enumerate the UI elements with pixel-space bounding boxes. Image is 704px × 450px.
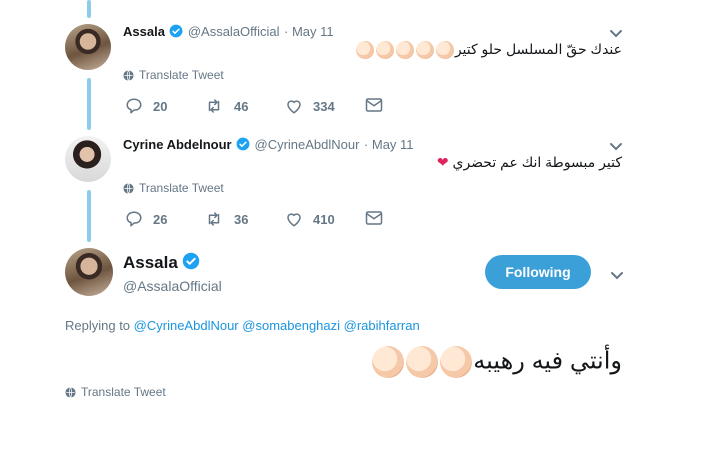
- like-count: 334: [313, 98, 335, 114]
- retweet-count: 46: [234, 98, 249, 114]
- clap-icon: [435, 41, 454, 60]
- like-button[interactable]: 334: [285, 97, 335, 115]
- tweet1-text: عندك حقّ المسلسل حلو كتير👏👏👏👏👏: [355, 41, 622, 60]
- author-name[interactable]: Cyrine Abdelnour: [123, 137, 232, 152]
- clap-icon: [372, 346, 405, 378]
- verified-badge-icon: [236, 137, 250, 156]
- reply-button[interactable]: 26: [125, 210, 167, 228]
- reply-icon: [126, 98, 142, 114]
- tweet-time[interactable]: · May 11: [284, 24, 334, 39]
- retweet-icon: [208, 99, 220, 113]
- heart-icon: [287, 100, 301, 114]
- clap-icon: [440, 346, 473, 378]
- translate-label[interactable]: Translate Tweet: [139, 68, 224, 82]
- mention-link[interactable]: @somabenghazi: [242, 318, 340, 333]
- clap-icon: [406, 346, 439, 378]
- like-count: 410: [313, 211, 335, 227]
- main-author-handle[interactable]: @AssalaOfficial: [123, 278, 222, 294]
- translate-tweet-link[interactable]: Translate Tweet: [123, 68, 224, 82]
- author-handle[interactable]: @AssalaOfficial: [188, 24, 280, 39]
- globe-icon: [123, 69, 134, 81]
- reply-count: 20: [153, 98, 168, 114]
- tweet1-header: Assala @AssalaOfficial · May 11: [123, 23, 334, 43]
- verified-badge-icon: [182, 252, 200, 275]
- heart-icon: [287, 213, 301, 227]
- direct-message-button[interactable]: [365, 97, 383, 113]
- following-button[interactable]: Following: [485, 255, 591, 289]
- mail-icon: [365, 98, 383, 112]
- reply-icon: [126, 211, 142, 227]
- thread-line-2: [87, 190, 91, 242]
- replying-prefix: Replying to: [65, 318, 131, 333]
- translate-tweet-link[interactable]: Translate Tweet: [65, 385, 166, 399]
- replying-to: Replying to @CyrineAbdlNour @somabenghaz…: [65, 318, 420, 333]
- chevron-down-icon[interactable]: [610, 268, 624, 286]
- avatar-cyrine[interactable]: [65, 136, 111, 182]
- globe-icon: [65, 386, 76, 398]
- clap-icon: [415, 41, 434, 60]
- clap-icon: [355, 41, 374, 60]
- tweet-time[interactable]: · May 11: [364, 137, 414, 152]
- red-heart-emoji: ❤: [436, 154, 449, 170]
- translate-label[interactable]: Translate Tweet: [81, 385, 166, 399]
- author-name[interactable]: Assala: [123, 253, 178, 272]
- tweet-text: عندك حقّ المسلسل حلو كتير: [454, 41, 622, 57]
- author-handle[interactable]: @CyrineAbdlNour: [255, 137, 360, 152]
- retweet-button[interactable]: 46: [204, 97, 248, 115]
- main-tweet-text: وأنتي فيه رهيبه👏👏👏: [371, 346, 622, 378]
- globe-icon: [123, 182, 134, 194]
- tweet-text: كتير مبسوطة انك عم تحضري: [452, 154, 622, 170]
- author-name[interactable]: Assala: [123, 24, 165, 39]
- avatar-assala[interactable]: [65, 24, 111, 70]
- tweet-text: وأنتي فيه رهيبه: [473, 347, 622, 375]
- tweet2-text: كتير مبسوطة انك عم تحضري ❤: [437, 154, 622, 171]
- thread-line-1: [87, 78, 91, 130]
- mention-link[interactable]: @CyrineAbdlNour: [134, 318, 239, 333]
- mail-icon: [365, 211, 383, 225]
- retweet-count: 36: [234, 211, 249, 227]
- clap-icon: [395, 41, 414, 60]
- like-button[interactable]: 410: [285, 210, 335, 228]
- translate-label[interactable]: Translate Tweet: [139, 181, 224, 195]
- retweet-button[interactable]: 36: [204, 210, 248, 228]
- translate-tweet-link[interactable]: Translate Tweet: [123, 181, 224, 195]
- main-author-name[interactable]: Assala: [123, 252, 200, 275]
- retweet-icon: [208, 212, 220, 226]
- avatar-assala-main[interactable]: [65, 248, 113, 296]
- thread-line-top: [87, 0, 91, 18]
- direct-message-button[interactable]: [365, 210, 383, 226]
- verified-badge-icon: [169, 24, 183, 43]
- reply-button[interactable]: 20: [125, 97, 167, 115]
- reply-count: 26: [153, 211, 168, 227]
- tweet2-header: Cyrine Abdelnour @CyrineAbdlNour · May 1…: [123, 136, 414, 156]
- clap-icon: [375, 41, 394, 60]
- mention-link[interactable]: @rabihfarran: [344, 318, 420, 333]
